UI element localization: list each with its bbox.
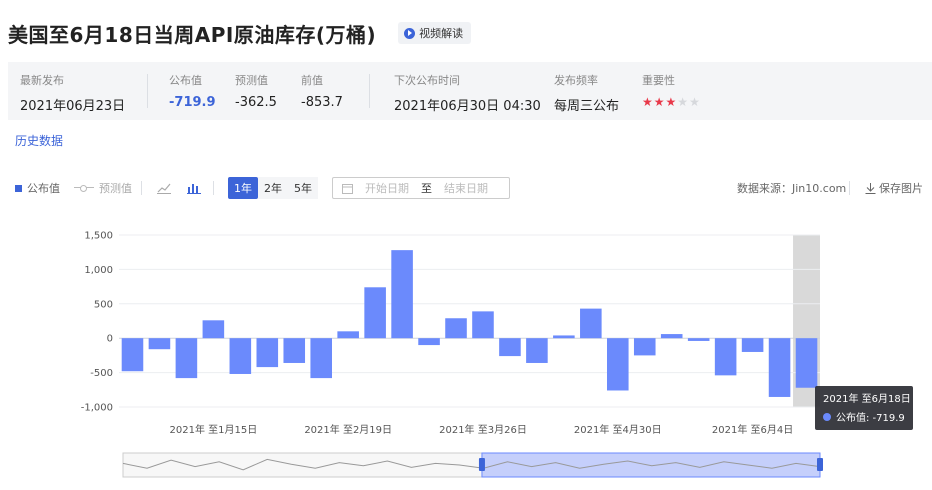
- bar: [337, 331, 359, 339]
- navigator-handle: [478, 458, 485, 471]
- bar: [768, 338, 791, 397]
- bar: [687, 338, 710, 341]
- bar: [553, 335, 575, 339]
- x-tick-label: 2021年 至2月19日: [304, 423, 392, 436]
- bar: [121, 338, 144, 372]
- bar: [445, 318, 467, 339]
- x-tick-label: 2021年 至1月15日: [170, 423, 258, 436]
- bar: [418, 338, 440, 346]
- tooltip: 2021年 至6月18日公布值: -719.9: [815, 386, 913, 430]
- axes: -1,000 -500 0 500 1,000 1,500 2021年 至1月15日 2021…: [81, 231, 794, 437]
- y-tick-label: 500: [94, 299, 113, 310]
- bars: [121, 250, 818, 397]
- bar: [526, 338, 548, 363]
- bar: [795, 338, 818, 388]
- tooltip-marker: [823, 413, 831, 421]
- bar: [283, 338, 306, 363]
- bar: [175, 338, 198, 379]
- x-tick-label: 2021年 至4月30日: [574, 423, 662, 436]
- tooltip-value: 公布值: -719.9: [836, 411, 905, 424]
- bar: [633, 338, 656, 356]
- navigator-selection: [481, 452, 821, 478]
- navigator-handle: [817, 458, 823, 471]
- y-tick-label: -1,000: [81, 403, 113, 414]
- bar: [202, 320, 225, 339]
- y-tick-label: 1,500: [84, 231, 113, 242]
- bar: [256, 338, 279, 368]
- bar-chart: -1,000 -500 0 500 1,000 1,500 2021年 至1月15日 2021…: [81, 231, 913, 478]
- bar: [580, 308, 602, 339]
- x-tick-label: 2021年 至3月26日: [439, 423, 527, 436]
- y-tick-label: 0: [107, 334, 113, 345]
- bar: [741, 338, 764, 352]
- bar: [472, 311, 494, 339]
- x-tick-label: 2021年 至6月4日: [712, 423, 793, 436]
- y-tick-label: -500: [90, 368, 113, 379]
- y-tick-label: 1,000: [84, 265, 113, 276]
- bar: [229, 338, 252, 374]
- range-navigator[interactable]: [122, 452, 823, 478]
- bar: [364, 287, 386, 339]
- bar: [310, 338, 332, 379]
- tooltip-date: 2021年 至6月18日: [823, 392, 911, 405]
- bar: [607, 338, 629, 391]
- bar: [499, 338, 521, 357]
- bar: [391, 250, 413, 339]
- bar: [714, 338, 737, 376]
- bar: [148, 338, 171, 350]
- bar: [660, 334, 683, 339]
